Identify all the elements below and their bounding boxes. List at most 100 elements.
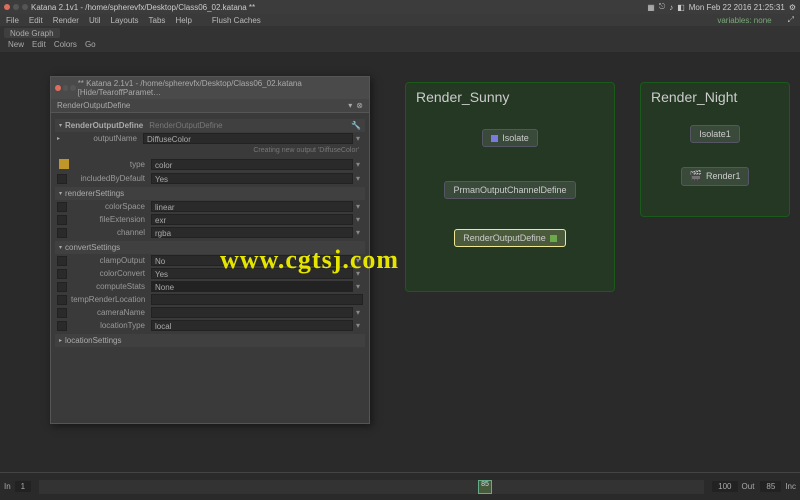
- creating-note: Creating new output 'DiffuseColor': [55, 145, 365, 156]
- app-menubar: File Edit Render Util Layouts Tabs Help …: [0, 14, 800, 26]
- panel-title-text: ** Katana 2.1v1 - /home/spherevfx/Deskto…: [78, 79, 365, 97]
- section-renderersettings[interactable]: ▾rendererSettings: [55, 187, 365, 200]
- menu-tabs[interactable]: Tabs: [149, 16, 166, 25]
- maximize-icon[interactable]: [70, 85, 76, 91]
- menu-layouts[interactable]: Layouts: [111, 16, 139, 25]
- flush-caches[interactable]: Flush Caches: [212, 16, 261, 25]
- channel-field[interactable]: rgba: [151, 227, 353, 238]
- temploc-field[interactable]: [151, 294, 363, 305]
- tab-close-icon[interactable]: ⊗: [356, 101, 363, 110]
- node-render-output-define[interactable]: RenderOutputDefine: [454, 229, 566, 247]
- node-prman-output[interactable]: PrmanOutputChannelDefine: [444, 181, 575, 199]
- group-title: Render_Sunny: [406, 83, 614, 111]
- node-render1[interactable]: 🎬Render1: [681, 167, 750, 186]
- dropdown-icon[interactable]: ▾: [353, 202, 363, 211]
- wrench-icon[interactable]: 🔧: [351, 121, 361, 130]
- checkbox[interactable]: [57, 174, 67, 184]
- menu-util[interactable]: Util: [89, 16, 101, 25]
- watermark: www.cgtsj.com: [220, 245, 399, 275]
- node-graph-canvas[interactable]: Render_Sunny Isolate PrmanOutputChannelD…: [0, 52, 800, 482]
- window-title: Katana 2.1v1 - /home/spherevfx/Desktop/C…: [31, 3, 255, 12]
- tab-nodegraph[interactable]: Node Graph: [4, 28, 60, 38]
- checkbox[interactable]: [57, 202, 67, 212]
- checkbox[interactable]: [57, 295, 67, 305]
- close-icon[interactable]: [55, 85, 61, 91]
- ng-go[interactable]: Go: [85, 40, 96, 52]
- dropdown-icon[interactable]: ▾: [353, 215, 363, 224]
- locationtype-field[interactable]: local: [151, 320, 353, 331]
- node-isolate1[interactable]: Isolate1: [690, 125, 740, 143]
- disclosure-icon[interactable]: ▾: [59, 244, 62, 251]
- dropdown-icon[interactable]: ▾: [353, 308, 363, 317]
- param-included: includedByDefault Yes ▾: [55, 172, 365, 185]
- checkbox[interactable]: [57, 215, 67, 225]
- timeline-out-label: Out: [742, 482, 755, 491]
- close-icon[interactable]: [4, 4, 10, 10]
- param-outputname: ▸ outputName DiffuseColor ▾: [55, 132, 365, 145]
- dropdown-icon[interactable]: ▾: [353, 228, 363, 237]
- colorspace-field[interactable]: linear: [151, 201, 353, 212]
- dropdown-icon[interactable]: ▾: [353, 160, 363, 169]
- color-chip[interactable]: [59, 159, 69, 169]
- dropdown-icon[interactable]: ▾: [353, 321, 363, 330]
- os-titlebar: Katana 2.1v1 - /home/spherevfx/Desktop/C…: [0, 0, 800, 14]
- maximize-icon[interactable]: [22, 4, 28, 10]
- timeline-cur-field[interactable]: 85: [760, 481, 781, 492]
- group-render-sunny[interactable]: Render_Sunny Isolate PrmanOutputChannelD…: [405, 82, 615, 292]
- clock: Mon Feb 22 2016 21:25:31: [689, 3, 785, 12]
- checkbox[interactable]: [57, 269, 67, 279]
- type-field[interactable]: color: [151, 159, 353, 170]
- variables-indicator[interactable]: variables: none: [717, 16, 771, 25]
- computestats-field[interactable]: None: [151, 281, 353, 292]
- tray-icon[interactable]: ♪: [669, 3, 673, 12]
- minimize-icon[interactable]: [13, 4, 19, 10]
- timeline-playhead[interactable]: 85: [478, 480, 492, 494]
- menu-render[interactable]: Render: [53, 16, 79, 25]
- timeline-in-field[interactable]: 1: [15, 481, 31, 492]
- menu-file[interactable]: File: [6, 16, 19, 25]
- expand-icon[interactable]: ⤢: [788, 15, 794, 25]
- menu-help[interactable]: Help: [175, 16, 191, 25]
- cameraname-field[interactable]: [151, 307, 353, 318]
- group-render-night[interactable]: Render_Night Isolate1 🎬Render1: [640, 82, 790, 217]
- panel-tab[interactable]: RenderOutputDefine ▾ ⊗: [51, 99, 369, 113]
- dropdown-icon[interactable]: ▾: [353, 174, 363, 183]
- checkbox[interactable]: [57, 256, 67, 266]
- disclosure-icon[interactable]: ▾: [59, 190, 62, 197]
- timeline-out-field[interactable]: 100: [712, 481, 737, 492]
- tab-bar: Node Graph: [0, 26, 800, 40]
- fileext-field[interactable]: exr: [151, 214, 353, 225]
- dropdown-icon[interactable]: ▾: [353, 134, 363, 143]
- tray-icon[interactable]: ⎋: [659, 2, 665, 12]
- disclosure-icon[interactable]: ▸: [57, 135, 60, 142]
- minimize-icon[interactable]: [63, 85, 69, 91]
- dropdown-icon[interactable]: ▾: [353, 282, 363, 291]
- included-field[interactable]: Yes: [151, 173, 353, 184]
- timeline-track[interactable]: 85: [39, 480, 704, 494]
- gear-icon[interactable]: ⚙: [789, 3, 796, 12]
- checkbox[interactable]: [57, 308, 67, 318]
- outputname-field[interactable]: DiffuseColor: [143, 133, 353, 144]
- ng-edit[interactable]: Edit: [32, 40, 46, 52]
- node-header[interactable]: ▾ RenderOutputDefine RenderOutputDefine …: [55, 119, 365, 132]
- timeline[interactable]: In 1 85 100 Out 85 Inc: [0, 472, 800, 500]
- nodegraph-menubar: New Edit Colors Go: [0, 40, 800, 52]
- tray-icon[interactable]: ▦: [647, 3, 655, 12]
- menu-edit[interactable]: Edit: [29, 16, 43, 25]
- param-type: type color ▾: [55, 156, 365, 172]
- checkbox[interactable]: [57, 282, 67, 292]
- tab-menu-icon[interactable]: ▾: [348, 101, 352, 110]
- clapper-icon: 🎬: [690, 171, 702, 182]
- checkbox[interactable]: [57, 321, 67, 331]
- checkbox[interactable]: [57, 228, 67, 238]
- node-badge-icon: [550, 235, 557, 242]
- tray-icon[interactable]: ◧: [677, 3, 685, 12]
- ng-new[interactable]: New: [8, 40, 24, 52]
- disclosure-icon[interactable]: ▾: [59, 122, 62, 129]
- panel-titlebar[interactable]: ** Katana 2.1v1 - /home/spherevfx/Deskto…: [51, 77, 369, 99]
- ng-colors[interactable]: Colors: [54, 40, 77, 52]
- disclosure-icon[interactable]: ▸: [59, 337, 62, 344]
- node-badge-icon: [491, 135, 498, 142]
- node-isolate[interactable]: Isolate: [482, 129, 538, 147]
- section-locationsettings[interactable]: ▸locationSettings: [55, 334, 365, 347]
